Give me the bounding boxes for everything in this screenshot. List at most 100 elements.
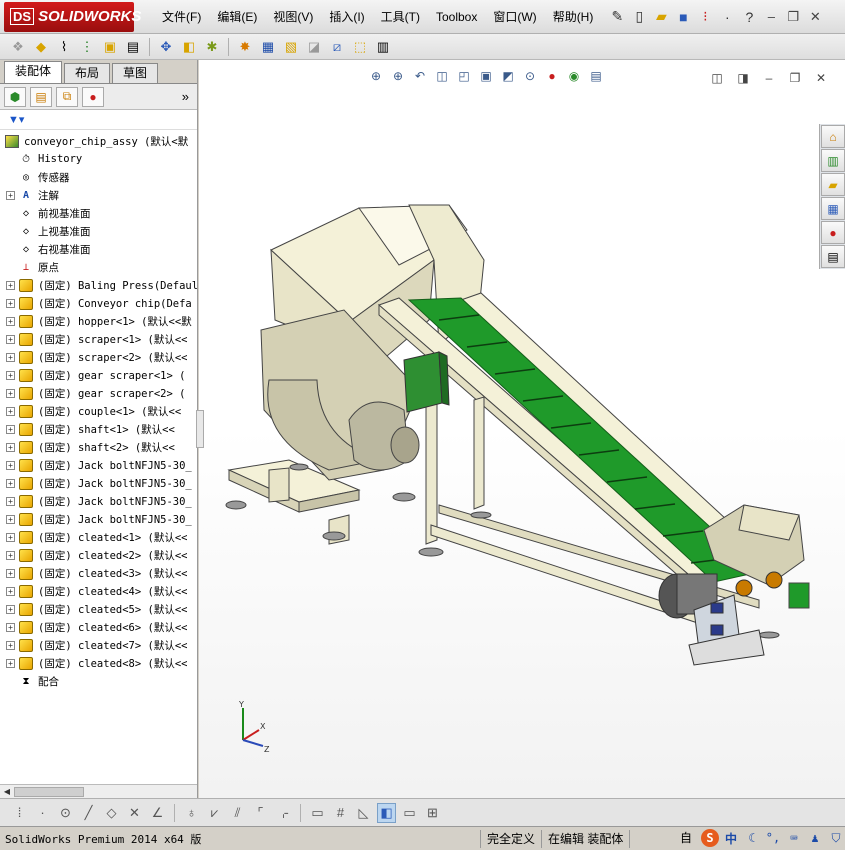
tree-node[interactable]: + (固定) cleated<5> (默认<< bbox=[0, 600, 197, 618]
menu-file[interactable]: 文件(F) bbox=[154, 0, 209, 34]
tab-layout[interactable]: 布局 bbox=[64, 63, 111, 83]
tab-assembly[interactable]: 装配体 bbox=[4, 61, 63, 83]
instant3d-icon[interactable]: ⬚ bbox=[350, 37, 370, 57]
tree-node[interactable]: + (固定) cleated<6> (默认<< bbox=[0, 618, 197, 636]
tree-node[interactable]: + (固定) cleated<3> (默认<< bbox=[0, 564, 197, 582]
tree-node[interactable]: + (固定) cleated<1> (默认<< bbox=[0, 528, 197, 546]
grid-icon[interactable]: # bbox=[331, 803, 350, 823]
paperclip-icon[interactable]: ⌇ bbox=[54, 37, 74, 57]
pin-icon[interactable]: ✎ bbox=[607, 6, 627, 28]
polygon-icon[interactable]: ◇ bbox=[102, 803, 121, 823]
help-question-icon[interactable]: ? bbox=[739, 6, 759, 28]
smart-mates-icon[interactable]: ▣ bbox=[100, 37, 120, 57]
tree-node[interactable]: + (固定) cleated<7> (默认<< bbox=[0, 636, 197, 654]
custom-properties-icon[interactable]: ▤ bbox=[821, 245, 845, 268]
sogou-ime-icon[interactable]: S bbox=[701, 829, 719, 847]
expand-toggle-icon[interactable]: + bbox=[6, 388, 15, 398]
expand-toggle-icon[interactable]: + bbox=[6, 406, 15, 416]
new-motion-study-icon[interactable]: ▦ bbox=[258, 37, 278, 57]
keyboard-icon[interactable]: ⌨ bbox=[785, 829, 803, 847]
tree-node[interactable]: ◇ 上视基准面 bbox=[0, 222, 197, 240]
smart-dimension-icon[interactable]: ♁ bbox=[182, 803, 201, 823]
open-folder-icon[interactable]: ▰ bbox=[651, 6, 671, 28]
menu-view[interactable]: 视图(V) bbox=[265, 0, 321, 34]
tree-node[interactable]: + (固定) gear scraper<2> ( bbox=[0, 384, 197, 402]
home-icon[interactable]: ⌂ bbox=[821, 125, 845, 148]
tshirt-icon[interactable]: ⛉ bbox=[827, 829, 845, 847]
new-part-icon[interactable]: ◆ bbox=[31, 37, 51, 57]
configuration-manager-icon[interactable]: ⧉ bbox=[56, 86, 78, 107]
tree-node[interactable]: + (固定) Baling Press(Defaul bbox=[0, 276, 197, 294]
expand-toggle-icon[interactable]: + bbox=[6, 658, 15, 668]
trim-icon[interactable]: ✕ bbox=[125, 803, 144, 823]
angle-icon[interactable]: ∠ bbox=[148, 803, 167, 823]
reference-geometry-icon[interactable]: ✸ bbox=[235, 37, 255, 57]
expand-toggle-icon[interactable]: + bbox=[6, 550, 15, 560]
corner-icon[interactable]: ⌜ bbox=[251, 803, 270, 823]
punctuation-icon[interactable]: °, bbox=[764, 829, 782, 847]
assembly-features-icon[interactable]: ✱ bbox=[202, 37, 222, 57]
tree-node[interactable]: ◎ 传感器 bbox=[0, 168, 197, 186]
offset-icon[interactable]: ⌌ bbox=[274, 803, 293, 823]
horizontal-scrollbar[interactable]: ◀ bbox=[0, 784, 197, 798]
expand-toggle-icon[interactable]: + bbox=[6, 640, 15, 650]
filter-icon[interactable]: ▼▾ bbox=[8, 113, 24, 126]
moon-icon[interactable]: ☾ bbox=[743, 829, 761, 847]
hide-show-icon[interactable]: ◧ bbox=[179, 37, 199, 57]
iso-view-icon[interactable]: ◧ bbox=[377, 802, 396, 823]
toolbox-icon[interactable]: ▥ bbox=[373, 37, 393, 57]
expand-toggle-icon[interactable]: + bbox=[6, 298, 15, 308]
tree-node[interactable]: + (固定) shaft<1> (默认<< bbox=[0, 420, 197, 438]
insert-component-icon[interactable]: ❖ bbox=[8, 37, 28, 57]
display-manager-icon[interactable]: ● bbox=[82, 86, 104, 107]
tree-node[interactable]: + (固定) scraper<2> (默认<< bbox=[0, 348, 197, 366]
tree-node[interactable]: ◇ 前视基准面 bbox=[0, 204, 197, 222]
menu-help[interactable]: 帮助(H) bbox=[545, 0, 602, 34]
expand-toggle-icon[interactable]: + bbox=[6, 316, 15, 326]
expand-toggle-icon[interactable]: + bbox=[6, 190, 15, 200]
menu-window[interactable]: 窗口(W) bbox=[485, 0, 544, 34]
tree-node[interactable]: ⊥ 原点 bbox=[0, 258, 197, 276]
appearances-icon[interactable]: ● bbox=[821, 221, 845, 244]
circle-icon[interactable]: ⊙ bbox=[56, 803, 75, 823]
expand-toggle-icon[interactable]: + bbox=[6, 586, 15, 596]
panel-splitter-handle[interactable] bbox=[196, 410, 204, 448]
new-document-icon[interactable]: ▯ bbox=[629, 6, 649, 28]
scroll-left-icon[interactable]: ◀ bbox=[0, 787, 14, 796]
file-explorer-icon[interactable]: ▰ bbox=[821, 173, 845, 196]
expand-toggle-icon[interactable]: + bbox=[6, 496, 15, 506]
tab-sketch[interactable]: 草图 bbox=[112, 63, 159, 83]
expand-toggle-icon[interactable]: + bbox=[6, 568, 15, 578]
options-icon[interactable]: · bbox=[717, 6, 737, 28]
ruler-icon[interactable]: ▭ bbox=[308, 803, 327, 823]
tree-node[interactable]: + (固定) Jack boltNFJN5-30_ bbox=[0, 492, 197, 510]
line-icon[interactable]: ╱ bbox=[79, 803, 98, 823]
expand-toggle-icon[interactable]: + bbox=[6, 334, 15, 344]
tree-node[interactable]: + (固定) gear scraper<1> ( bbox=[0, 366, 197, 384]
expand-panel-icon[interactable]: » bbox=[182, 89, 189, 104]
tree-node[interactable]: ◇ 右视基准面 bbox=[0, 240, 197, 258]
tree-node[interactable]: + (固定) cleated<2> (默认<< bbox=[0, 546, 197, 564]
expand-toggle-icon[interactable]: + bbox=[6, 280, 15, 290]
expand-toggle-icon[interactable]: + bbox=[6, 442, 15, 452]
view-palette-icon[interactable]: ▦ bbox=[821, 197, 845, 220]
property-manager-icon[interactable]: ▤ bbox=[30, 86, 52, 107]
design-library-icon[interactable]: ▥ bbox=[821, 149, 845, 172]
feature-tree-icon[interactable]: ⬢ bbox=[4, 86, 26, 107]
menu-tools[interactable]: 工具(T) bbox=[373, 0, 428, 34]
tree-node[interactable]: + (固定) couple<1> (默认<< bbox=[0, 402, 197, 420]
window-icon[interactable]: ▭ bbox=[400, 803, 419, 823]
expand-toggle-icon[interactable]: + bbox=[6, 514, 15, 524]
tree-node[interactable]: ⧗ 配合 bbox=[0, 672, 197, 690]
table-icon[interactable]: ⊞ bbox=[423, 803, 442, 823]
tree-node[interactable]: + (固定) Conveyor chip(Defa bbox=[0, 294, 197, 312]
tree-node[interactable]: + (固定) shaft<2> (默认<< bbox=[0, 438, 197, 456]
ime-language[interactable]: 中 bbox=[722, 829, 740, 847]
close-icon[interactable]: ✕ bbox=[805, 7, 825, 27]
user-icon[interactable]: ♟ bbox=[806, 829, 824, 847]
expand-toggle-icon[interactable]: + bbox=[6, 532, 15, 542]
tree-node[interactable]: + (固定) cleated<4> (默认<< bbox=[0, 582, 197, 600]
triangle-icon[interactable]: ◺ bbox=[354, 803, 373, 823]
tree-root[interactable]: conveyor_chip_assy (默认<默 bbox=[0, 132, 197, 150]
menu-toolbox[interactable]: Toolbox bbox=[428, 0, 485, 34]
